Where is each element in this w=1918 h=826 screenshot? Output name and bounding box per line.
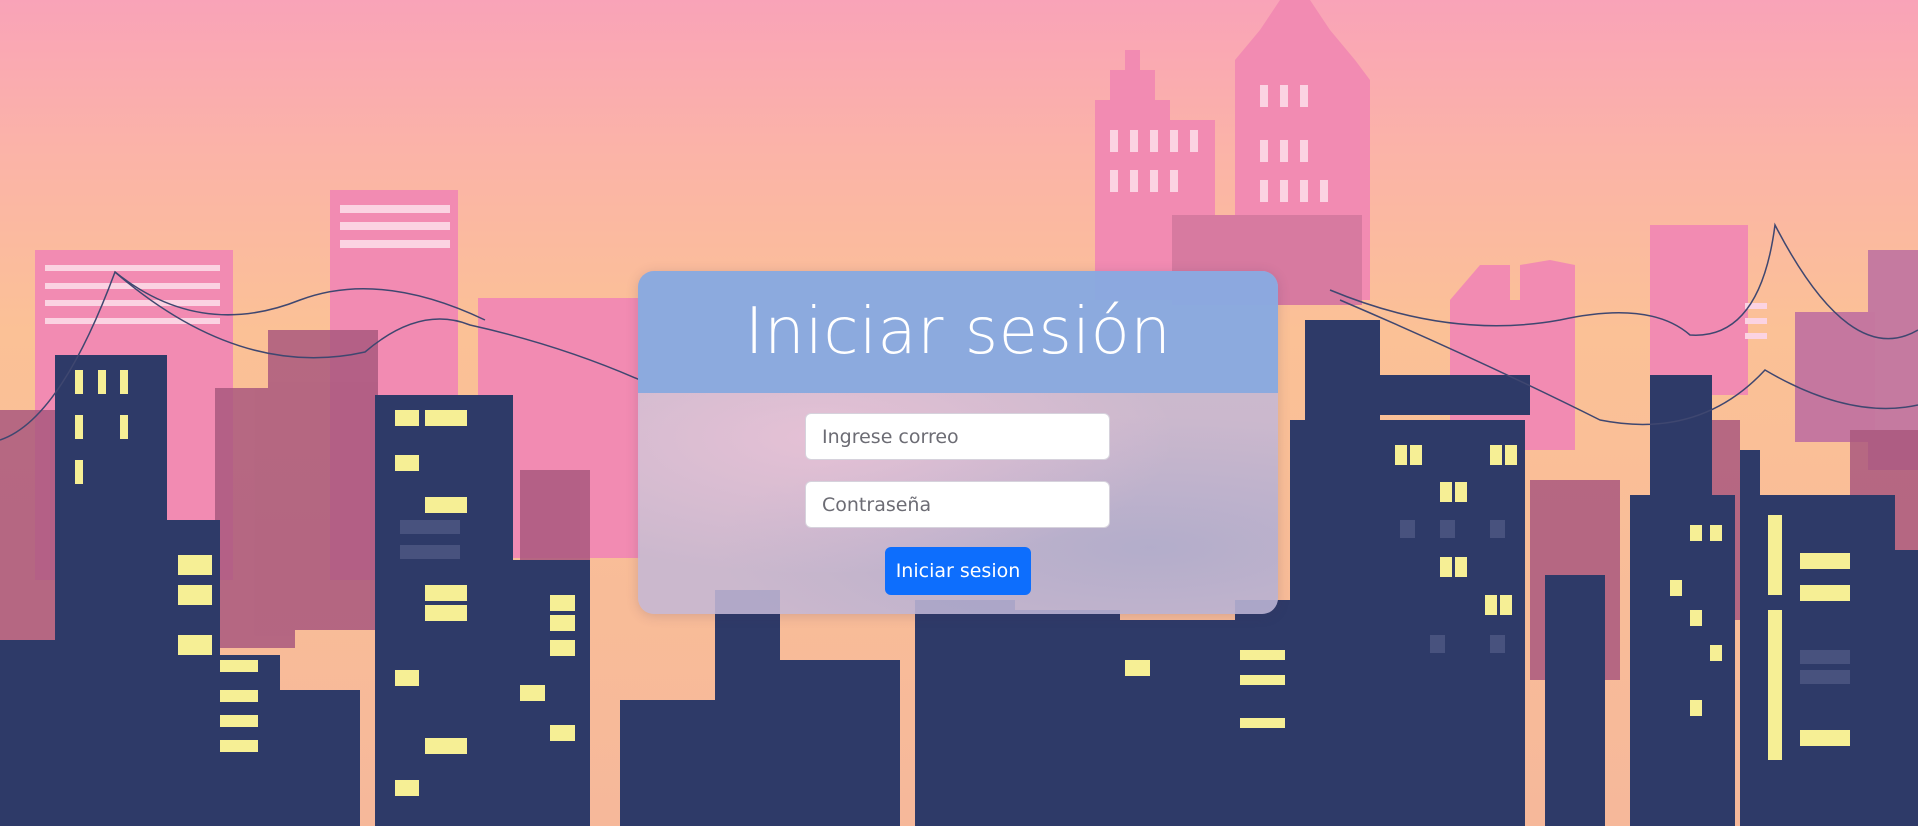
page-title: Iniciar sesión [744, 295, 1172, 369]
login-button[interactable]: Iniciar sesion [885, 547, 1031, 595]
email-field[interactable] [805, 413, 1110, 460]
login-card-header: Iniciar sesión [638, 271, 1278, 393]
password-field[interactable] [805, 481, 1110, 528]
